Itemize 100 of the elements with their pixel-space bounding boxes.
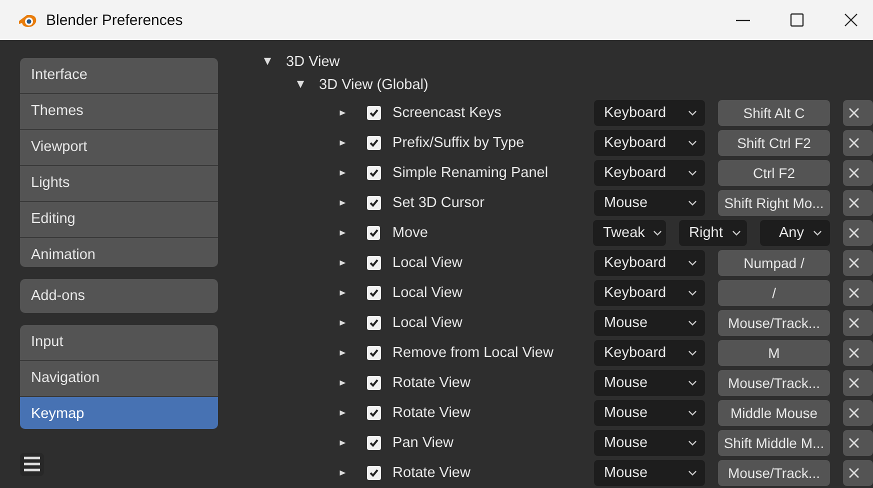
- key-field[interactable]: M: [718, 340, 830, 366]
- expand-arrow-icon[interactable]: [296, 80, 305, 90]
- input-type-dropdown[interactable]: Keyboard: [594, 250, 706, 276]
- input-type-dropdown[interactable]: Keyboard: [594, 100, 706, 126]
- sidebar-item[interactable]: Editing: [20, 202, 218, 237]
- checkbox[interactable]: [367, 376, 381, 390]
- expand-arrow-icon[interactable]: [339, 259, 346, 267]
- remove-button[interactable]: [843, 190, 873, 216]
- key-field[interactable]: Ctrl F2: [718, 160, 830, 186]
- key-field[interactable]: Mouse/Track...: [718, 460, 830, 486]
- remove-button[interactable]: [843, 400, 873, 426]
- checkbox[interactable]: [367, 136, 381, 150]
- checkmark-icon: [368, 227, 380, 239]
- expand-arrow-icon[interactable]: [339, 199, 346, 207]
- sidebar-item[interactable]: Add-ons: [20, 278, 218, 313]
- keymap-item-label: Set 3D Cursor: [392, 195, 486, 211]
- remove-button[interactable]: [843, 220, 873, 246]
- input-type-dropdown[interactable]: Mouse: [594, 430, 706, 456]
- expand-arrow-icon[interactable]: [339, 109, 346, 117]
- remove-button[interactable]: [843, 310, 873, 336]
- expand-arrow-icon[interactable]: [339, 379, 346, 387]
- close-icon: [848, 197, 860, 209]
- input-type-dropdown[interactable]: Tweak: [593, 220, 666, 246]
- remove-button[interactable]: [843, 160, 873, 186]
- sidebar-item[interactable]: Lights: [20, 166, 218, 201]
- chevron-down-icon: [688, 380, 698, 386]
- sidebar-item[interactable]: Animation: [20, 238, 218, 267]
- key-field[interactable]: Middle Mouse: [718, 400, 830, 426]
- checkbox[interactable]: [367, 256, 381, 270]
- input-type-dropdown[interactable]: Keyboard: [594, 130, 706, 156]
- sidebar-item[interactable]: Keymap: [20, 396, 218, 429]
- close-icon: [848, 377, 860, 389]
- checkbox[interactable]: [367, 346, 381, 360]
- expand-arrow-icon[interactable]: [339, 139, 346, 147]
- remove-button[interactable]: [843, 130, 873, 156]
- close-icon[interactable]: [843, 12, 859, 28]
- key-field[interactable]: Shift Ctrl F2: [718, 130, 830, 156]
- chevron-down-icon: [688, 140, 698, 146]
- checkbox[interactable]: [367, 316, 381, 330]
- checkmark-icon: [368, 167, 380, 179]
- expand-arrow-icon[interactable]: [339, 319, 346, 327]
- menu-button[interactable]: [20, 452, 44, 476]
- expand-arrow-icon[interactable]: [339, 439, 346, 447]
- key-field[interactable]: /: [718, 280, 830, 306]
- close-icon: [848, 347, 860, 359]
- checkbox[interactable]: [367, 106, 381, 120]
- chevron-down-icon: [688, 410, 698, 416]
- expand-arrow-icon[interactable]: [263, 57, 272, 66]
- input-type-dropdown[interactable]: Mouse: [594, 400, 706, 426]
- expand-arrow-icon[interactable]: [339, 409, 346, 417]
- checkbox[interactable]: [367, 436, 381, 450]
- checkmark-icon: [368, 377, 380, 389]
- input-type-dropdown[interactable]: Mouse: [594, 310, 706, 336]
- key-field[interactable]: Mouse/Track...: [718, 310, 830, 336]
- expand-arrow-icon[interactable]: [339, 169, 346, 177]
- checkbox[interactable]: [367, 196, 381, 210]
- close-icon: [848, 407, 860, 419]
- remove-button[interactable]: [843, 370, 873, 396]
- remove-button[interactable]: [843, 340, 873, 366]
- direction-dropdown[interactable]: Any: [760, 220, 830, 246]
- sidebar-item[interactable]: Input: [20, 324, 218, 360]
- input-type-dropdown[interactable]: Mouse: [594, 370, 706, 396]
- checkbox[interactable]: [367, 226, 380, 240]
- chevron-down-icon: [688, 110, 698, 116]
- remove-button[interactable]: [843, 430, 873, 456]
- remove-button[interactable]: [843, 280, 873, 306]
- checkbox[interactable]: [367, 406, 381, 420]
- button-dropdown[interactable]: Right: [679, 220, 747, 246]
- close-icon: [848, 167, 860, 179]
- key-field[interactable]: Shift Alt C: [718, 100, 830, 126]
- remove-button[interactable]: [843, 250, 873, 276]
- expand-arrow-icon[interactable]: [339, 289, 346, 297]
- section-label: 3D View: [286, 54, 340, 70]
- sidebar-item[interactable]: Viewport: [20, 130, 218, 165]
- expand-arrow-icon[interactable]: [339, 349, 346, 357]
- checkbox[interactable]: [367, 286, 381, 300]
- sidebar-item[interactable]: Themes: [20, 94, 218, 129]
- sidebar-item[interactable]: Navigation: [20, 360, 218, 396]
- input-type-dropdown[interactable]: Mouse: [594, 190, 706, 216]
- checkmark-icon: [368, 107, 380, 119]
- input-type-dropdown[interactable]: Keyboard: [594, 160, 706, 186]
- key-field[interactable]: Shift Right Mo...: [718, 190, 830, 216]
- checkbox[interactable]: [367, 166, 381, 180]
- checkmark-icon: [368, 287, 380, 299]
- input-type-dropdown[interactable]: Keyboard: [594, 340, 706, 366]
- checkbox[interactable]: [367, 466, 381, 480]
- maximize-icon[interactable]: [789, 12, 805, 28]
- keymap-item-label: Remove from Local View: [392, 345, 554, 361]
- sidebar-item[interactable]: Interface: [20, 58, 218, 93]
- input-type-dropdown[interactable]: Keyboard: [594, 280, 706, 306]
- key-field[interactable]: Mouse/Track...: [718, 370, 830, 396]
- remove-button[interactable]: [843, 100, 873, 126]
- input-type-dropdown[interactable]: Mouse: [594, 460, 706, 486]
- expand-arrow-icon[interactable]: [339, 469, 346, 477]
- remove-button[interactable]: [843, 460, 873, 486]
- checkmark-icon: [368, 257, 380, 269]
- blender-logo-icon: [18, 12, 38, 28]
- key-field[interactable]: Numpad /: [718, 250, 830, 276]
- expand-arrow-icon[interactable]: [339, 229, 346, 237]
- key-field[interactable]: Shift Middle M...: [718, 430, 830, 456]
